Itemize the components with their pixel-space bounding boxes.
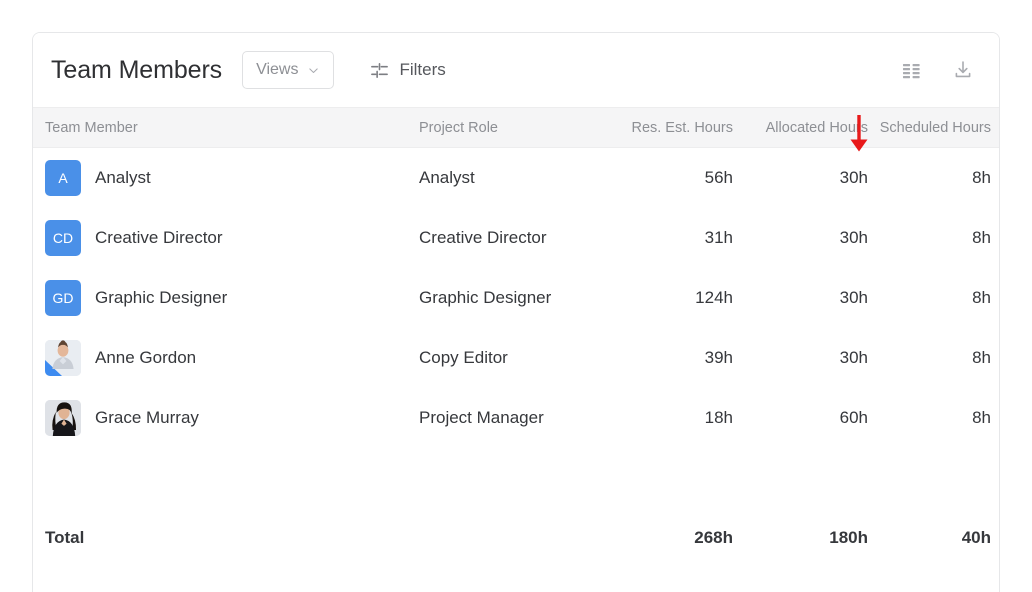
table-header: Team Member Project Role Res. Est. Hours… bbox=[33, 108, 999, 148]
column-header-scheduled-hours[interactable]: Scheduled Hours bbox=[875, 108, 999, 148]
member-name: Creative Director bbox=[95, 228, 223, 248]
member-name: Analyst bbox=[95, 168, 151, 188]
total-allocated-hours: 180h bbox=[741, 508, 875, 568]
member-cell: Anne Gordon bbox=[45, 340, 419, 376]
table-tail-cell bbox=[33, 568, 999, 592]
page-title: Team Members bbox=[51, 56, 222, 85]
avatar-photo bbox=[45, 400, 81, 436]
cell-team-member: GD Graphic Designer bbox=[33, 268, 419, 328]
filter-sliders-icon bbox=[370, 61, 389, 80]
avatar-initials: GD bbox=[45, 280, 81, 316]
column-header-res-est-hours[interactable]: Res. Est. Hours bbox=[605, 108, 741, 148]
column-header-project-role[interactable]: Project Role bbox=[419, 108, 605, 148]
views-dropdown-button[interactable]: Views bbox=[242, 51, 334, 89]
table-row[interactable]: GDGraphic DesignerGraphic Designer124h30… bbox=[33, 268, 999, 328]
cell-allocated-hours: 30h bbox=[741, 268, 875, 328]
cell-scheduled-hours: 8h bbox=[875, 268, 999, 328]
card-toolbar: Team Members Views Filters bbox=[33, 33, 999, 107]
total-scheduled-hours: 40h bbox=[875, 508, 999, 568]
table-total-row: Total 268h180h40h bbox=[33, 508, 999, 568]
filters-button-label: Filters bbox=[399, 60, 445, 80]
cell-scheduled-hours: 8h bbox=[875, 388, 999, 448]
cell-team-member: A Analyst bbox=[33, 148, 419, 208]
cell-scheduled-hours: 8h bbox=[875, 148, 999, 208]
avatar-initials: CD bbox=[45, 220, 81, 256]
total-res-est-hours: 268h bbox=[605, 508, 741, 568]
cell-allocated-hours: 60h bbox=[741, 388, 875, 448]
member-cell: Grace Murray bbox=[45, 400, 419, 436]
member-cell: CD Creative Director bbox=[45, 220, 419, 256]
member-name: Anne Gordon bbox=[95, 348, 196, 368]
cell-res-est-hours: 124h bbox=[605, 268, 741, 328]
cell-project-role: Copy Editor bbox=[419, 328, 605, 388]
table-spacer-cell bbox=[33, 448, 999, 508]
cell-project-role: Graphic Designer bbox=[419, 268, 605, 328]
cell-res-est-hours: 56h bbox=[605, 148, 741, 208]
chevron-down-icon bbox=[307, 64, 320, 77]
cell-team-member: Anne Gordon bbox=[33, 328, 419, 388]
table-body: AAnalystAnalyst56h30h8hCDCreative Direct… bbox=[33, 148, 999, 592]
table-row[interactable]: Anne Gordon Copy Editor39h30h8h bbox=[33, 328, 999, 388]
cell-team-member: CD Creative Director bbox=[33, 208, 419, 268]
cell-scheduled-hours: 8h bbox=[875, 328, 999, 388]
grid-columns-view-button[interactable] bbox=[893, 52, 929, 88]
download-icon bbox=[952, 59, 974, 81]
cell-allocated-hours: 30h bbox=[741, 328, 875, 388]
team-members-card: Team Members Views Filters bbox=[32, 32, 1000, 592]
grid-columns-icon bbox=[901, 60, 922, 81]
avatar-photo bbox=[45, 340, 81, 376]
cell-project-role: Creative Director bbox=[419, 208, 605, 268]
total-role bbox=[419, 508, 605, 568]
avatar-initials: A bbox=[45, 160, 81, 196]
cell-scheduled-hours: 8h bbox=[875, 208, 999, 268]
cell-res-est-hours: 18h bbox=[605, 388, 741, 448]
table-row[interactable]: CDCreative DirectorCreative Director31h3… bbox=[33, 208, 999, 268]
cell-allocated-hours: 30h bbox=[741, 148, 875, 208]
team-members-table: Team Member Project Role Res. Est. Hours… bbox=[33, 107, 999, 592]
cell-allocated-hours: 30h bbox=[741, 208, 875, 268]
member-name: Graphic Designer bbox=[95, 288, 227, 308]
views-button-label: Views bbox=[256, 61, 298, 79]
column-header-team-member[interactable]: Team Member bbox=[33, 108, 419, 148]
member-name: Grace Murray bbox=[95, 408, 199, 428]
table-tail-row bbox=[33, 568, 999, 592]
cell-project-role: Analyst bbox=[419, 148, 605, 208]
cell-res-est-hours: 39h bbox=[605, 328, 741, 388]
cell-project-role: Project Manager bbox=[419, 388, 605, 448]
table-spacer-row bbox=[33, 448, 999, 508]
member-cell: A Analyst bbox=[45, 160, 419, 196]
column-header-allocated-hours[interactable]: Allocated Hours bbox=[741, 108, 875, 148]
cell-res-est-hours: 31h bbox=[605, 208, 741, 268]
filters-button[interactable]: Filters bbox=[370, 60, 445, 80]
table-row[interactable]: Grace Murray Project Manager18h60h8h bbox=[33, 388, 999, 448]
table-header-row: Team Member Project Role Res. Est. Hours… bbox=[33, 108, 999, 148]
table-row[interactable]: AAnalystAnalyst56h30h8h bbox=[33, 148, 999, 208]
cell-team-member: Grace Murray bbox=[33, 388, 419, 448]
total-label: Total bbox=[33, 508, 419, 568]
member-cell: GD Graphic Designer bbox=[45, 280, 419, 316]
download-export-button[interactable] bbox=[945, 52, 981, 88]
